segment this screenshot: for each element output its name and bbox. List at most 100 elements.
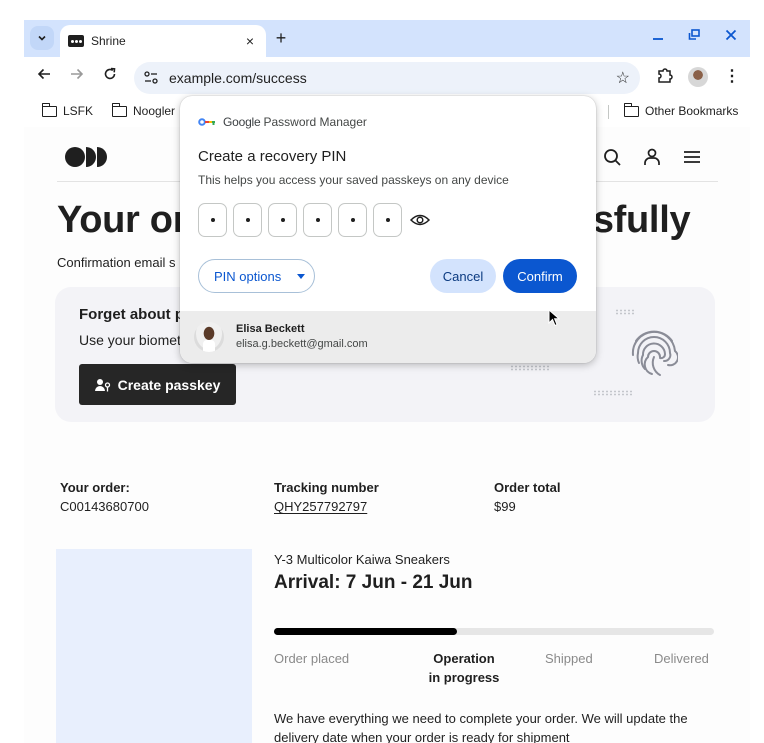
order-total-label: Order total <box>494 480 561 495</box>
pin-digit-box[interactable] <box>338 203 367 237</box>
account-name: Elisa Beckett <box>236 323 305 335</box>
folder-icon <box>111 102 127 117</box>
pin-input-group <box>198 203 430 237</box>
bookmark-folder-noogler[interactable]: Noogler <box>111 102 176 118</box>
arrival-date: Arrival: 7 Jun - 21 Jun <box>274 572 473 593</box>
bookmarks-divider <box>608 105 609 119</box>
mouse-cursor-icon <box>548 309 560 327</box>
shrine-favicon-icon <box>68 35 84 47</box>
folder-icon <box>623 102 639 117</box>
address-bar[interactable]: example.com/success ☆ <box>134 62 640 94</box>
confirm-button[interactable]: Confirm <box>503 259 577 293</box>
account-email: elisa.g.beckett@gmail.com <box>236 338 368 350</box>
close-window-button[interactable] <box>719 28 743 46</box>
pin-masked-dot <box>350 218 355 222</box>
bookmark-label: Other Bookmarks <box>645 104 739 118</box>
step-delivered: Delivered <box>654 651 709 666</box>
order-total-value: $99 <box>494 499 516 514</box>
tracking-label: Tracking number <box>274 480 379 495</box>
bookmark-label: LSFK <box>63 104 94 118</box>
tracking-block: Tracking number QHY257792797 <box>274 480 379 514</box>
pm-brand: Google Password Manager <box>198 115 367 129</box>
url-text[interactable]: example.com/success <box>169 70 307 86</box>
tab-search-button[interactable] <box>30 26 54 50</box>
tab-title: Shrine <box>91 34 126 48</box>
site-info-icon[interactable] <box>142 69 160 87</box>
dialog-subtitle: This helps you access your saved passkey… <box>198 173 509 187</box>
new-tab-button[interactable]: + <box>270 28 292 49</box>
account-avatar <box>194 322 224 352</box>
order-number-block: Your order: C00143680700 <box>60 480 149 514</box>
pin-digit-box[interactable] <box>268 203 297 237</box>
search-icon[interactable] <box>602 147 622 167</box>
step-order-placed: Order placed <box>274 651 350 666</box>
restore-button[interactable] <box>682 28 706 46</box>
account-row: Elisa Beckett elisa.g.beckett@gmail.com <box>180 311 596 363</box>
confirmation-email-text: Confirmation email s <box>57 255 176 270</box>
tab-strip: Shrine × + <box>24 20 750 57</box>
chevron-down-icon <box>38 35 46 41</box>
forward-button[interactable] <box>67 67 87 87</box>
minimize-button[interactable] <box>646 28 670 46</box>
bookmark-star-icon[interactable]: ☆ <box>616 68 630 88</box>
pin-options-label: PIN options <box>214 268 282 284</box>
product-name: Y-3 Multicolor Kaiwa Sneakers <box>274 552 450 567</box>
step-line-2: in progress <box>428 670 500 685</box>
dialog-title: Create a recovery PIN <box>198 148 347 165</box>
decorative-dots <box>593 390 633 396</box>
pin-digit-box[interactable] <box>303 203 332 237</box>
show-pin-eye-icon[interactable] <box>410 213 430 227</box>
pin-masked-dot <box>385 218 390 222</box>
pin-options-dropdown[interactable]: PIN options <box>198 259 315 293</box>
close-icon <box>725 29 737 41</box>
tab-shrine[interactable]: Shrine × <box>60 25 266 57</box>
decorative-dots <box>615 309 635 315</box>
folder-icon <box>41 102 57 117</box>
order-number-value: C00143680700 <box>60 499 149 514</box>
pin-digit-box[interactable] <box>373 203 402 237</box>
profile-avatar[interactable] <box>688 67 708 87</box>
person-key-icon <box>94 378 110 391</box>
fingerprint-icon <box>631 330 678 376</box>
bookmark-label: Noogler <box>133 104 176 118</box>
bookmark-folder-lsfk[interactable]: LSFK <box>41 102 94 118</box>
order-progress-bar <box>274 628 714 635</box>
order-status-message: We have everything we need to complete y… <box>274 711 688 743</box>
bookmark-folder-other[interactable]: Other Bookmarks <box>623 102 739 118</box>
shrine-logo[interactable] <box>65 147 107 167</box>
hamburger-menu-icon[interactable] <box>682 147 702 167</box>
page-title: Your or <box>57 199 188 241</box>
reload-button[interactable] <box>100 67 120 87</box>
order-total-block: Order total $99 <box>494 480 560 514</box>
create-passkey-button[interactable]: Create passkey <box>79 364 236 405</box>
pin-digit-box[interactable] <box>233 203 262 237</box>
order-number-label: Your order: <box>60 480 130 495</box>
pin-digit-box[interactable] <box>198 203 227 237</box>
create-passkey-label: Create passkey <box>117 376 221 393</box>
password-manager-dialog: Google Password Manager Create a recover… <box>180 96 596 363</box>
pin-masked-dot <box>245 218 250 222</box>
order-progress-fill <box>274 628 457 635</box>
browser-menu-icon[interactable]: ⋮ <box>724 66 740 86</box>
pin-masked-dot <box>210 218 215 222</box>
minimize-icon <box>653 38 663 40</box>
cancel-button[interactable]: Cancel <box>430 259 496 293</box>
pin-masked-dot <box>280 218 285 222</box>
card-title: Forget about p <box>79 306 184 323</box>
pin-masked-dot <box>315 218 320 222</box>
step-shipped: Shipped <box>545 651 593 666</box>
extensions-puzzle-icon[interactable] <box>656 67 674 85</box>
browser-toolbar: example.com/success ☆ ⋮ <box>24 57 750 97</box>
brand-google: Google <box>223 115 261 129</box>
google-key-icon <box>198 118 215 126</box>
step-line-1: Operation <box>433 651 495 666</box>
arrow-left-icon <box>37 68 50 80</box>
account-icon[interactable] <box>642 147 662 167</box>
arrow-right-icon <box>71 68 84 80</box>
back-button[interactable] <box>34 67 54 87</box>
tab-close-icon[interactable]: × <box>242 33 258 49</box>
brand-product: Password Manager <box>263 115 367 129</box>
tracking-number-link[interactable]: QHY257792797 <box>274 499 379 514</box>
product-image <box>56 549 252 743</box>
decorative-dots <box>510 365 550 371</box>
